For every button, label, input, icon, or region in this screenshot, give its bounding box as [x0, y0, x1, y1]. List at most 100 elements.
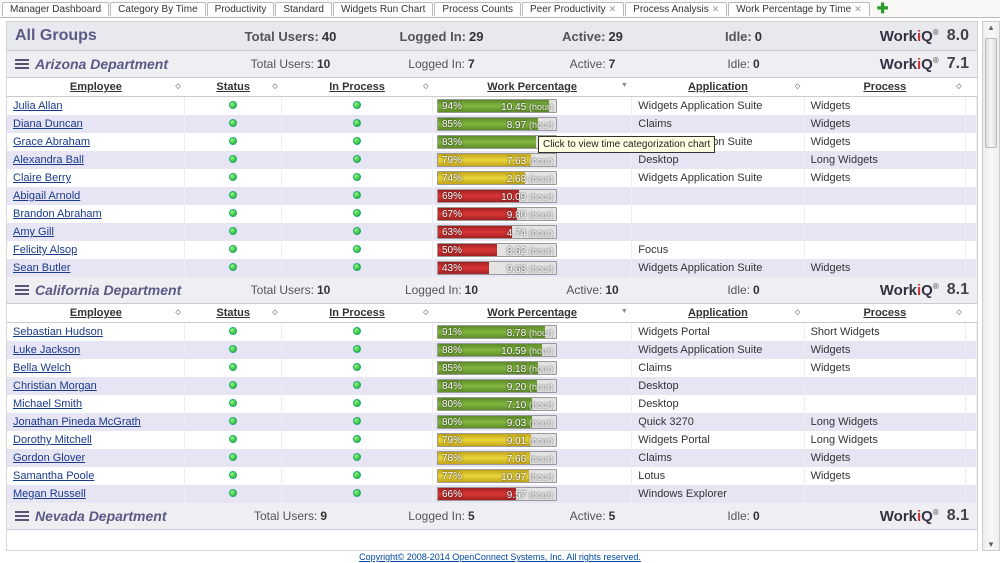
employee-link[interactable]: Grace Abraham: [13, 136, 90, 148]
employee-link[interactable]: Abigail Arnold: [13, 190, 80, 202]
workpct-bar[interactable]: 63% 4.74 (hour): [437, 225, 557, 239]
tab-work-percentage-by-time[interactable]: Work Percentage by Time✕: [728, 2, 869, 16]
employee-link[interactable]: Brandon Abraham: [13, 208, 102, 220]
workpct-bar[interactable]: 43% 9.68 (hour): [437, 261, 557, 275]
tab-standard[interactable]: Standard: [275, 2, 332, 16]
tab-widgets-run-chart[interactable]: Widgets Run Chart: [333, 2, 433, 16]
sort-desc-icon[interactable]: ▼: [621, 308, 628, 315]
sort-icon[interactable]: ◇: [272, 308, 277, 316]
col-inprocess[interactable]: In Process◇: [282, 78, 433, 97]
employee-link[interactable]: Felicity Alsop: [13, 244, 77, 256]
sort-icon[interactable]: ◇: [956, 308, 961, 316]
sort-icon[interactable]: ◇: [175, 308, 180, 316]
process-cell: [804, 205, 966, 223]
workpct-bar[interactable]: 67% 9.80 (hour): [437, 207, 557, 221]
employee-link[interactable]: Luke Jackson: [13, 344, 80, 356]
sort-icon[interactable]: ◇: [272, 82, 277, 90]
tab-productivity[interactable]: Productivity: [207, 2, 275, 16]
employee-link[interactable]: Samantha Poole: [13, 470, 94, 482]
process-cell: Short Widgets: [804, 323, 966, 342]
workpct-bar[interactable]: 50% 8.62 (hour): [437, 243, 557, 257]
workpct-bar[interactable]: 80% 7.10 (hour): [437, 397, 557, 411]
close-icon[interactable]: ✕: [854, 4, 862, 15]
employee-link[interactable]: Claire Berry: [13, 172, 71, 184]
process-cell: [804, 485, 966, 503]
close-icon[interactable]: ✕: [609, 4, 617, 15]
workpct-cell: 77% 10.97 (hour): [432, 467, 631, 485]
sort-icon[interactable]: ◇: [423, 82, 428, 90]
sort-desc-icon[interactable]: ▼: [621, 82, 628, 89]
inprocess-cell: [282, 259, 433, 277]
workpct-value: 94%: [442, 100, 462, 113]
tab-manager-dashboard[interactable]: Manager Dashboard: [2, 2, 109, 16]
employee-link[interactable]: Sean Butler: [13, 262, 70, 274]
col-status[interactable]: Status◇: [185, 304, 282, 323]
col-status[interactable]: Status◇: [185, 78, 282, 97]
vertical-scrollbar[interactable]: ▲ ▼: [982, 21, 1000, 551]
workpct-hours: 9.20 (hour): [507, 380, 553, 393]
col-application[interactable]: Application◇: [632, 304, 804, 323]
employee-link[interactable]: Alexandra Ball: [13, 154, 84, 166]
sort-icon[interactable]: ◇: [795, 308, 800, 316]
group-total: Total Users:10: [215, 57, 366, 71]
sort-icon[interactable]: ◇: [423, 308, 428, 316]
close-icon[interactable]: ✕: [712, 4, 720, 15]
workpct-bar[interactable]: 94% 10.45 (hour): [437, 99, 557, 113]
inprocess-dot-icon: [353, 227, 361, 235]
tab-category-by-time[interactable]: Category By Time: [110, 2, 205, 16]
sort-icon[interactable]: ◇: [795, 82, 800, 90]
menu-icon[interactable]: [15, 283, 29, 297]
tab-label: Widgets Run Chart: [341, 4, 425, 15]
table-row: Sean Butler 43% 9.68 (hour) Widgets Appl…: [7, 259, 977, 277]
col-employee[interactable]: Employee◇: [7, 78, 185, 97]
col-process[interactable]: Process◇: [804, 304, 966, 323]
employee-link[interactable]: Christian Morgan: [13, 380, 97, 392]
workpct-bar[interactable]: 74% 2.68 (hour): [437, 171, 557, 185]
menu-icon[interactable]: [15, 57, 29, 71]
workpct-bar[interactable]: 85% 8.18 (hour): [437, 361, 557, 375]
process-cell: Widgets: [804, 169, 966, 187]
tab-process-analysis[interactable]: Process Analysis✕: [625, 2, 727, 16]
status-dot-icon: [229, 453, 237, 461]
scroll-up-icon[interactable]: ▲: [987, 23, 995, 32]
workpct-bar[interactable]: 85% 8.97 (hour): [437, 117, 557, 131]
workpct-bar[interactable]: 78% 7.66 (hour): [437, 451, 557, 465]
workpct-bar[interactable]: 80% 9.03 (hour): [437, 415, 557, 429]
col-workpct[interactable]: Work Percentage▼: [432, 78, 631, 97]
inprocess-cell: [282, 187, 433, 205]
sort-icon[interactable]: ◇: [175, 82, 180, 90]
employee-link[interactable]: Diana Duncan: [13, 118, 83, 130]
group-active: Active:5: [517, 509, 668, 523]
workpct-bar[interactable]: 84% 9.20 (hour): [437, 379, 557, 393]
col-inprocess[interactable]: In Process◇: [282, 304, 433, 323]
col-application[interactable]: Application◇: [632, 78, 804, 97]
employee-link[interactable]: Jonathan Pineda McGrath: [13, 416, 141, 428]
scroll-down-icon[interactable]: ▼: [987, 540, 995, 549]
workpct-bar[interactable]: 77% 10.97 (hour): [437, 469, 557, 483]
tab-process-counts[interactable]: Process Counts: [434, 2, 521, 16]
workpct-bar[interactable]: 88% 10.59 (hour): [437, 343, 557, 357]
add-tab-icon[interactable]: ✚: [877, 0, 889, 17]
sort-icon[interactable]: ◇: [956, 82, 961, 90]
application-cell: Focus: [632, 241, 804, 259]
workpct-bar[interactable]: 69% 10.09 (hour): [437, 189, 557, 203]
workpct-bar[interactable]: 79% 9.01 (hour): [437, 433, 557, 447]
workpct-bar[interactable]: 91% 8.78 (hour): [437, 325, 557, 339]
employee-link[interactable]: Gordon Glover: [13, 452, 85, 464]
employee-link[interactable]: Amy Gill: [13, 226, 54, 238]
col-workpct[interactable]: Work Percentage▼: [432, 304, 631, 323]
workpct-bar[interactable]: 66% 9.57 (hour): [437, 487, 557, 501]
employee-link[interactable]: Sebastian Hudson: [13, 326, 103, 338]
col-employee[interactable]: Employee◇: [7, 304, 185, 323]
status-dot-icon: [229, 227, 237, 235]
col-process[interactable]: Process◇: [804, 78, 966, 97]
employee-link[interactable]: Megan Russell: [13, 488, 86, 500]
employee-link[interactable]: Dorothy Mitchell: [13, 434, 92, 446]
employee-link[interactable]: Michael Smith: [13, 398, 82, 410]
employee-link[interactable]: Julia Allan: [13, 100, 63, 112]
menu-icon[interactable]: [15, 509, 29, 523]
workpct-bar[interactable]: 79% 7.63 (hour): [437, 153, 557, 167]
tab-peer-productivity[interactable]: Peer Productivity✕: [522, 2, 624, 16]
employee-link[interactable]: Bella Welch: [13, 362, 71, 374]
scroll-thumb[interactable]: [985, 38, 997, 148]
